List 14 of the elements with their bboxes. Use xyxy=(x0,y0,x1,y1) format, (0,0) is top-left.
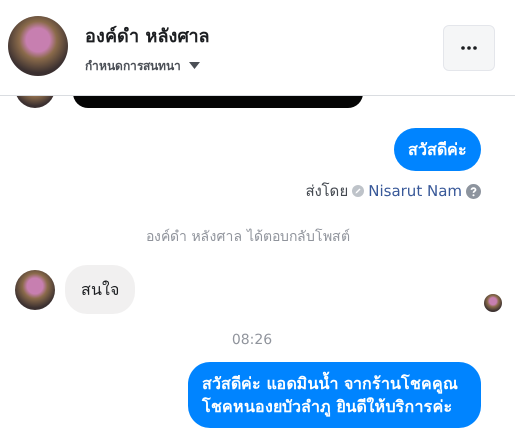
sender-name[interactable]: Nisarut Nam xyxy=(368,182,462,200)
contact-name: องค์ดำ หลังศาล xyxy=(85,24,210,48)
avatar xyxy=(15,270,55,310)
sent-by-label: ส่งโดย xyxy=(305,181,348,202)
pencil-icon xyxy=(352,185,364,197)
caret-icon[interactable] xyxy=(189,62,200,68)
message-bubble: สวัสดีค่ะ xyxy=(394,128,481,171)
message-bubble: สวัสดีค่ะ แอดมินน้ำ จากร้านโชคคูณ โชคหนองยบัวลำภู ยินดีให้บริการค่ะ xyxy=(188,362,481,428)
more-icon xyxy=(461,46,477,50)
help-icon[interactable] xyxy=(466,184,481,198)
conversation-settings-link[interactable]: กำหนดการสนทนา xyxy=(85,56,181,74)
message-bubble: สนใจ xyxy=(65,265,135,314)
timestamp: 08:26 xyxy=(232,332,272,348)
system-notice: องค์ดำ หลังศาล ได้ตอบกลับโพสต์ xyxy=(146,228,350,247)
